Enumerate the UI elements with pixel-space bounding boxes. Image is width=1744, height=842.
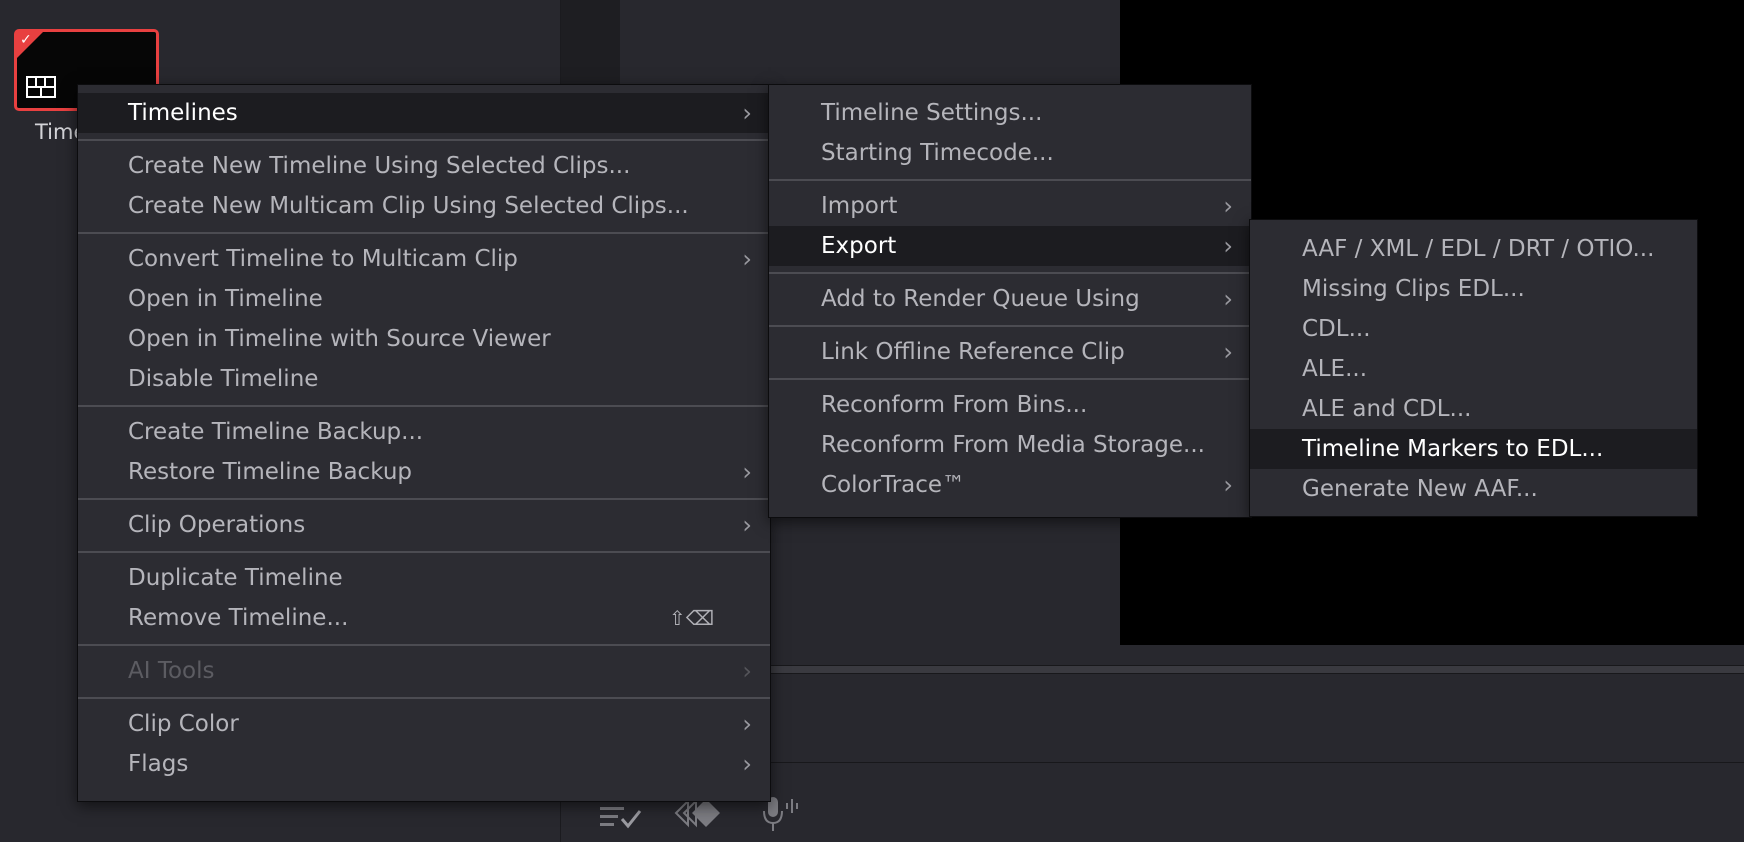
menu-item-reconform-from-media-storage[interactable]: Reconform From Media Storage... [769,425,1251,465]
menu-item-create-new-timeline-using-selected-clips[interactable]: Create New Timeline Using Selected Clips… [78,146,770,186]
menu-item-label: AI Tools [128,658,215,684]
menu-item-label: ALE... [1302,356,1368,382]
menu-separator [78,138,770,141]
menu-item-remove-timeline[interactable]: Remove Timeline... ⇧⌫ [78,598,770,638]
menu-item-duplicate-timeline[interactable]: Duplicate Timeline [78,558,770,598]
menu-item-ai-tools: AI Tools › [78,651,770,691]
menu-item-label: Timeline Settings... [821,100,1043,126]
menu-item-timeline-markers-to-edl[interactable]: Timeline Markers to EDL... [1250,429,1697,469]
menu-item-create-new-multicam-clip-using-selected-clips[interactable]: Create New Multicam Clip Using Selected … [78,186,770,226]
menu-item-label: Add to Render Queue Using [821,286,1140,312]
menu-item-restore-timeline-backup[interactable]: Restore Timeline Backup › [78,452,770,492]
menu-item-timelines[interactable]: Timelines › [78,93,770,133]
menu-item-label: Import [821,193,898,219]
chevron-right-icon: › [742,710,752,738]
chevron-right-icon: › [742,511,752,539]
menu-item-label: ALE and CDL... [1302,396,1472,422]
chevron-right-icon: › [1223,232,1233,260]
menu-item-reconform-from-bins[interactable]: Reconform From Bins... [769,385,1251,425]
divider [770,762,1744,763]
menu-separator [78,550,770,553]
menu-item-export[interactable]: Export › [769,226,1251,266]
menu-item-starting-timecode[interactable]: Starting Timecode... [769,133,1251,173]
menu-item-label: Clip Operations [128,512,306,538]
shortcut-hint: ⇧⌫ [668,606,714,630]
menu-item-ale-and-cdl[interactable]: ALE and CDL... [1250,389,1697,429]
menu-item-label: Generate New AAF... [1302,476,1538,502]
menu-item-label: Remove Timeline... [128,605,349,631]
menu-item-cdl[interactable]: CDL... [1250,309,1697,349]
menu-item-disable-timeline[interactable]: Disable Timeline [78,359,770,399]
menu-item-label: Missing Clips EDL... [1302,276,1525,302]
timeline-icon [26,76,56,98]
menu-item-label: Duplicate Timeline [128,565,343,591]
menu-separator [78,643,770,646]
chevron-right-icon: › [1223,285,1233,313]
menu-item-label: Flags [128,751,189,777]
menu-separator [769,271,1251,274]
chevron-right-icon: › [742,458,752,486]
menu-item-missing-clips-edl[interactable]: Missing Clips EDL... [1250,269,1697,309]
menu-separator [78,231,770,234]
chevron-right-icon: › [742,750,752,778]
menu-item-import[interactable]: Import › [769,186,1251,226]
menu-item-clip-color[interactable]: Clip Color › [78,704,770,744]
menu-item-create-timeline-backup[interactable]: Create Timeline Backup... [78,412,770,452]
menu-item-flags[interactable]: Flags › [78,744,770,784]
menu-item-label: AAF / XML / EDL / DRT / OTIO... [1302,236,1655,262]
menu-separator [769,377,1251,380]
menu-separator [78,696,770,699]
menu-item-label: Timelines [128,100,238,126]
menu-item-label: Timeline Markers to EDL... [1302,436,1604,462]
menu-item-open-in-timeline[interactable]: Open in Timeline [78,279,770,319]
menu-item-open-in-timeline-with-source-viewer[interactable]: Open in Timeline with Source Viewer [78,319,770,359]
chevron-right-icon: › [1223,338,1233,366]
context-menu: Timelines › Create New Timeline Using Sele… [77,84,771,802]
menu-item-colortrace[interactable]: ColorTrace™ › [769,465,1251,505]
chevron-right-icon: › [742,245,752,273]
timelines-submenu: Timeline Settings... Starting Timecode...… [768,84,1252,518]
menu-separator [78,497,770,500]
menu-item-label: Convert Timeline to Multicam Clip [128,246,518,272]
menu-item-label: Create New Timeline Using Selected Clips… [128,153,631,179]
menu-item-clip-operations[interactable]: Clip Operations › [78,505,770,545]
menu-item-label: Clip Color [128,711,239,737]
menu-item-label: Reconform From Bins... [821,392,1088,418]
menu-item-generate-new-aaf[interactable]: Generate New AAF... [1250,469,1697,509]
menu-item-add-to-render-queue-using[interactable]: Add to Render Queue Using › [769,279,1251,319]
timeline-scrubber[interactable] [770,665,1744,674]
menu-item-convert-timeline-to-multicam-clip[interactable]: Convert Timeline to Multicam Clip › [78,239,770,279]
menu-item-label: Restore Timeline Backup [128,459,412,485]
menu-item-label: ColorTrace™ [821,472,966,498]
menu-item-label: Create New Multicam Clip Using Selected … [128,193,689,219]
menu-item-label: Starting Timecode... [821,140,1054,166]
menu-item-label: Reconform From Media Storage... [821,432,1205,458]
menu-item-label: Open in Timeline [128,286,323,312]
chevron-right-icon: › [742,657,752,685]
menu-item-aaf-xml-edl-drt-otio[interactable]: AAF / XML / EDL / DRT / OTIO... [1250,229,1697,269]
chevron-right-icon: › [1223,192,1233,220]
menu-separator [769,178,1251,181]
chevron-right-icon: › [742,99,752,127]
menu-separator [78,404,770,407]
checkmark-icon: ✓ [20,32,32,48]
menu-item-label: Disable Timeline [128,366,319,392]
menu-item-label: CDL... [1302,316,1371,342]
menu-item-ale[interactable]: ALE... [1250,349,1697,389]
menu-separator [769,324,1251,327]
menu-item-timeline-settings[interactable]: Timeline Settings... [769,93,1251,133]
menu-item-link-offline-reference-clip[interactable]: Link Offline Reference Clip › [769,332,1251,372]
menu-item-label: Open in Timeline with Source Viewer [128,326,551,352]
menu-item-label: Export [821,233,897,259]
menu-item-label: Create Timeline Backup... [128,419,424,445]
chevron-right-icon: › [1223,471,1233,499]
menu-item-label: Link Offline Reference Clip [821,339,1125,365]
export-submenu: AAF / XML / EDL / DRT / OTIO... Missing C… [1249,219,1698,517]
